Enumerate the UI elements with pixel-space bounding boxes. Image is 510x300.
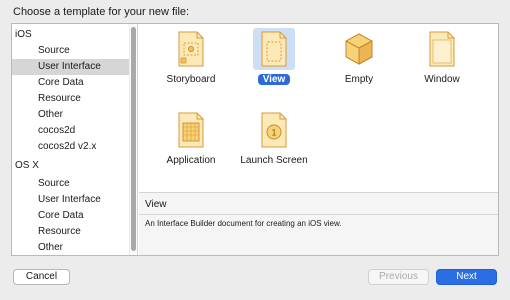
storyboard-icon <box>170 28 212 70</box>
next-button[interactable]: Next <box>436 269 497 285</box>
template-application[interactable]: Application <box>151 108 231 170</box>
previous-button[interactable]: Previous <box>368 269 429 285</box>
template-launch-screen[interactable]: 1 Launch Screen <box>234 108 314 170</box>
sidebar-item-osx-user-interface[interactable]: User Interface <box>12 192 129 208</box>
sidebar-item-osx-other[interactable]: Other <box>12 240 129 255</box>
sidebar-group-ios: iOS <box>15 29 32 40</box>
view-icon <box>253 28 295 70</box>
sidebar-item-cocos2d[interactable]: cocos2d <box>12 123 129 139</box>
template-empty[interactable]: Empty <box>319 27 399 89</box>
sidebar-group-osx: OS X <box>15 160 39 171</box>
description-pane: View An Interface Builder document for c… <box>139 193 498 255</box>
template-window[interactable]: Window <box>402 27 482 89</box>
sidebar-item-ios-user-interface[interactable]: User Interface <box>12 59 129 75</box>
sidebar-item-cocos2d-v2[interactable]: cocos2d v2.x <box>12 139 129 155</box>
template-storyboard[interactable]: Storyboard <box>151 27 231 89</box>
launch-screen-badge: 1 <box>271 128 276 138</box>
sidebar-item-osx-source[interactable]: Source <box>12 176 129 192</box>
description-text: An Interface Builder document for creati… <box>145 219 342 228</box>
empty-icon <box>338 28 380 70</box>
template-view[interactable]: View <box>234 27 314 89</box>
template-label: Empty <box>344 74 374 85</box>
application-icon <box>170 109 212 151</box>
template-label: Launch Screen <box>240 155 308 166</box>
template-label: Application <box>166 155 216 166</box>
template-grid: Storyboard View Empty Window Application… <box>139 24 498 192</box>
template-label: View <box>234 73 314 86</box>
prompt-title: Choose a template for your new file: <box>13 6 190 18</box>
template-label: Window <box>424 74 460 85</box>
cancel-button[interactable]: Cancel <box>13 269 70 285</box>
sidebar-item-ios-resource[interactable]: Resource <box>12 91 129 107</box>
sidebar-item-ios-source[interactable]: Source <box>12 43 129 59</box>
sidebar-item-ios-core-data[interactable]: Core Data <box>12 75 129 91</box>
template-label: Storyboard <box>166 74 216 85</box>
category-sidebar: iOS Source User Interface Core Data Reso… <box>12 24 138 255</box>
sidebar-item-osx-resource[interactable]: Resource <box>12 224 129 240</box>
sidebar-item-ios-other[interactable]: Other <box>12 107 129 123</box>
description-divider <box>139 214 498 215</box>
window-icon <box>421 28 463 70</box>
description-title: View <box>145 199 167 210</box>
sidebar-item-osx-core-data[interactable]: Core Data <box>12 208 129 224</box>
sidebar-scrollbar-thumb[interactable] <box>131 27 136 251</box>
launch-screen-icon: 1 <box>253 109 295 151</box>
template-chooser: iOS Source User Interface Core Data Reso… <box>11 23 499 256</box>
